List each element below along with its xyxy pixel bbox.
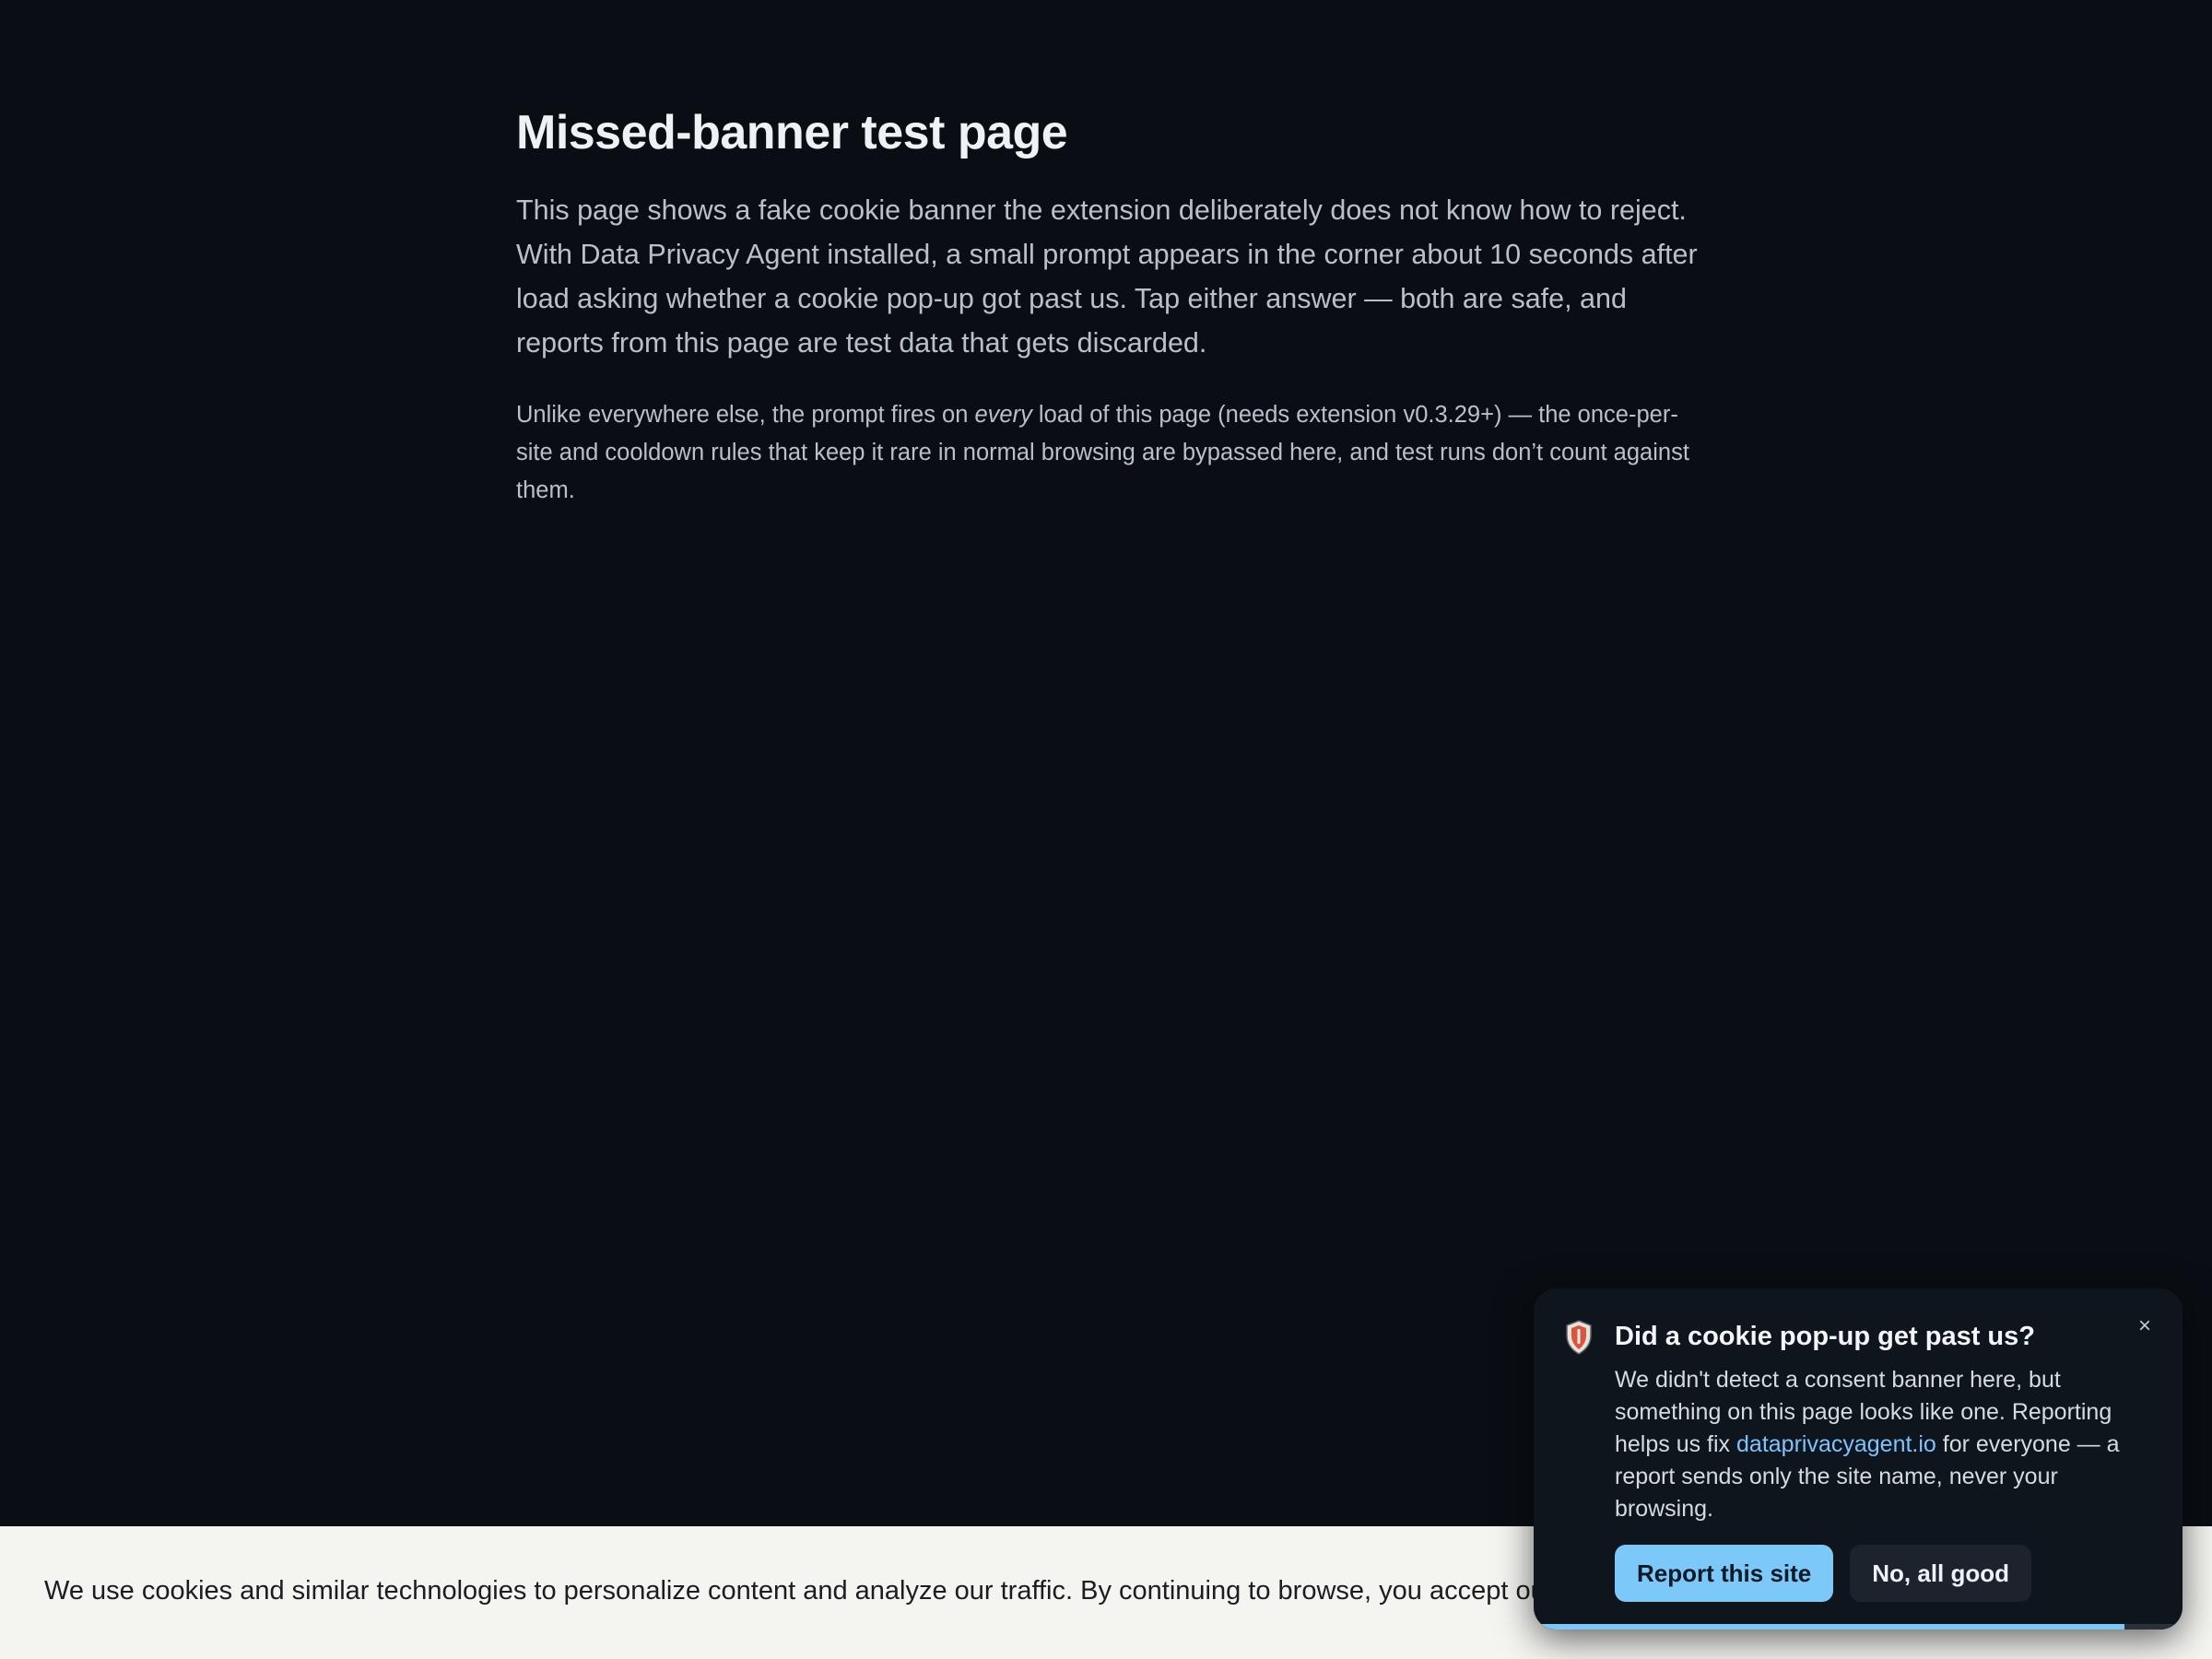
- page-intro: This page shows a fake cookie banner the…: [516, 194, 1698, 359]
- cookie-banner-text: We use cookies and similar technologies …: [44, 1576, 1740, 1606]
- note-emphasis: every: [974, 402, 1032, 428]
- prompt-title: Did a cookie pop-up get past us?: [1615, 1322, 2035, 1351]
- note-text-start: Unlike everywhere else, the prompt fires…: [516, 402, 975, 428]
- report-site-button[interactable]: Report this site: [1615, 1545, 1834, 1602]
- close-icon[interactable]: ×: [2131, 1312, 2159, 1340]
- prompt-body: We didn't detect a consent banner here, …: [1615, 1364, 2159, 1525]
- page-title: Missed-banner test page: [516, 106, 1068, 159]
- prompt-site-link[interactable]: dataprivacyagent.io: [1736, 1431, 1936, 1457]
- page-content: Missed-banner test page This page shows …: [516, 103, 1705, 510]
- page-note: Unlike everywhere else, the prompt fires…: [516, 396, 1705, 510]
- shield-icon: [1566, 1320, 1592, 1355]
- no-all-good-button[interactable]: No, all good: [1850, 1545, 2032, 1602]
- auto-dismiss-progress: [1534, 1624, 2183, 1630]
- missed-banner-prompt: Did a cookie pop-up get past us? × We di…: [1534, 1288, 2183, 1630]
- prompt-actions: Report this site No, all good: [1615, 1545, 2032, 1602]
- auto-dismiss-progress-fill: [1534, 1624, 2124, 1630]
